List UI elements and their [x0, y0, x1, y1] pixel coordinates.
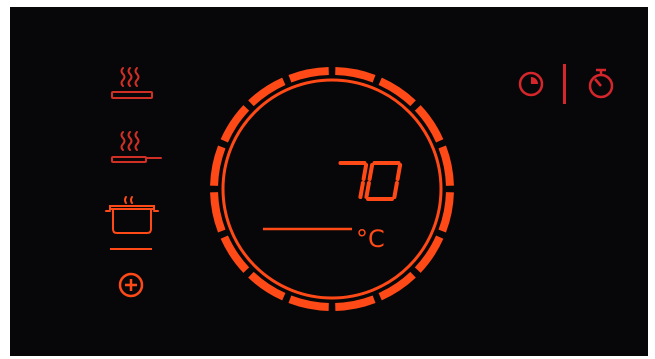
pot-mode-button[interactable]	[105, 196, 159, 250]
plus-circle-icon	[118, 272, 144, 298]
dial-segment-ring	[210, 67, 454, 311]
digit-segment	[367, 163, 375, 181]
frying-pan-mode-button[interactable]	[111, 131, 162, 163]
ring-segment	[288, 67, 329, 83]
pot-steam-icon	[105, 196, 159, 234]
digit-segment	[364, 181, 371, 199]
ring-segment	[335, 295, 376, 311]
digit-segment	[361, 163, 369, 181]
dial-inner-ring	[221, 78, 443, 300]
digit-segment	[358, 181, 365, 199]
griddle-mode-button[interactable]	[111, 67, 153, 99]
digit-segment	[395, 163, 403, 181]
temperature-digit	[338, 161, 369, 199]
stopwatch-icon	[588, 68, 614, 99]
add-button[interactable]	[118, 272, 144, 298]
temperature-unit: °C	[356, 225, 385, 253]
temperature-digit	[364, 161, 403, 201]
temperature-dial[interactable]: °C	[210, 67, 454, 311]
timer-divider	[563, 64, 566, 104]
digit-segment	[392, 181, 399, 199]
frying-pan-steam-icon	[111, 131, 162, 163]
ring-segment	[438, 145, 454, 186]
ring-segment	[438, 192, 454, 233]
cook-timer-button[interactable]	[518, 71, 544, 97]
cooktop-control-panel: °C	[10, 7, 648, 356]
ring-segment	[210, 192, 226, 233]
selected-mode-indicator	[110, 248, 152, 250]
stopwatch-button[interactable]	[588, 68, 614, 99]
temperature-value	[338, 161, 403, 201]
ring-segment	[288, 295, 329, 311]
ring-segment	[335, 67, 376, 83]
cook-timer-icon	[518, 71, 544, 97]
griddle-steam-icon	[111, 67, 153, 99]
ring-segment	[210, 145, 226, 186]
